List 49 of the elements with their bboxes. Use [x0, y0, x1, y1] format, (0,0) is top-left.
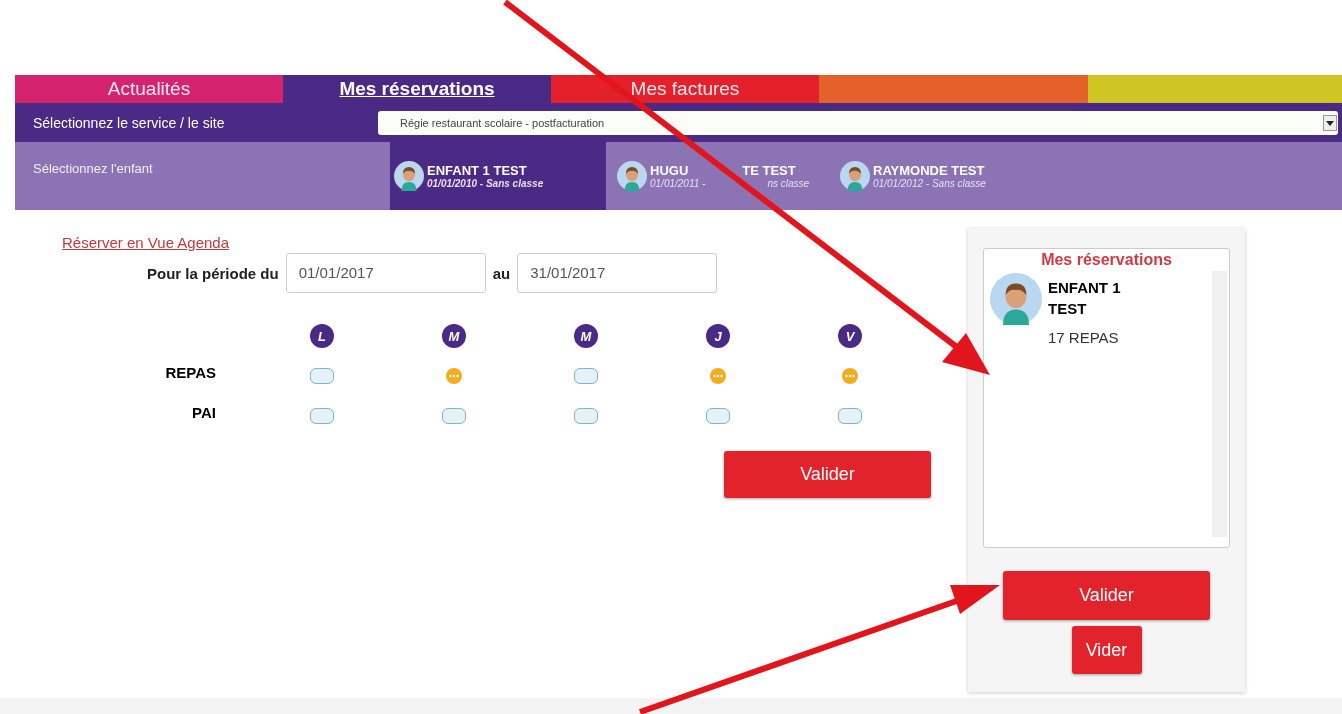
validate-button[interactable]: Valider — [724, 451, 931, 498]
child-tab[interactable]: HUGU TE TEST 01/01/2011 - ns classe — [613, 142, 829, 210]
summary-title: Mes réservations — [1040, 250, 1173, 269]
meal-type-label: REPAS — [164, 363, 217, 383]
empty-slot-toggle[interactable] — [442, 408, 466, 424]
nav-tab[interactable]: Mes factures — [551, 75, 819, 103]
child-birthdate: 01/01/2011 - — [650, 178, 706, 189]
end-date-field[interactable]: 31/01/2017 — [517, 253, 718, 293]
start-date-field[interactable]: 01/01/2017 — [285, 253, 486, 293]
weekday-badge: M — [574, 324, 598, 348]
child-label: Sélectionnez l'enfant — [32, 160, 153, 178]
child-avatar-icon — [990, 273, 1042, 325]
weekday-badge: V — [838, 324, 862, 348]
clear-button[interactable]: Vider — [1071, 626, 1142, 674]
summary-child-name: ENFANT 1 TEST — [1048, 278, 1122, 319]
weekday-badge: L — [310, 324, 334, 348]
weekday-badge: M — [442, 324, 466, 348]
booked-dot-icon[interactable] — [842, 368, 858, 384]
child-avatar-icon — [617, 161, 647, 191]
child-name: ENFANT 1 TEST — [427, 163, 527, 178]
empty-slot-toggle[interactable] — [706, 408, 730, 424]
child-tab[interactable]: ENFANT 1 TEST 01/01/2010 - Sans classe — [390, 142, 606, 210]
child-avatar-icon — [840, 161, 870, 191]
child-name: TE TEST — [742, 163, 796, 178]
empty-slot-toggle[interactable] — [574, 408, 598, 424]
nav-tab[interactable]: Actualités — [15, 75, 283, 103]
meal-count: 17 REPAS — [1048, 329, 1120, 346]
empty-slot-toggle[interactable] — [310, 368, 334, 384]
empty-slot-toggle[interactable] — [310, 408, 334, 424]
agenda-link[interactable]: Réserver en Vue Agenda — [62, 234, 953, 251]
empty-slot-toggle[interactable] — [574, 368, 598, 384]
validate-button[interactable]: Valider — [1003, 571, 1210, 620]
booked-dot-icon[interactable] — [446, 368, 462, 384]
child-avatar-icon — [394, 161, 424, 191]
child-birthdate: 01/01/2012 - Sans classe — [873, 178, 986, 189]
service-select[interactable]: Régie restaurant scolaire - postfacturation — [378, 110, 1338, 135]
child-name: RAYMONDE TEST — [873, 163, 985, 178]
nav-tab[interactable]: Mes réservations — [283, 75, 551, 103]
empty-slot-toggle[interactable] — [838, 408, 862, 424]
service-label: Sélectionnez le service / le site — [32, 114, 226, 131]
child-name: HUGU — [650, 163, 689, 178]
child-birthdate: 01/01/2010 - Sans classe — [427, 178, 544, 189]
meal-type-label: PAI — [191, 403, 217, 423]
child-birthdate: ns classe — [767, 178, 810, 189]
child-tab[interactable]: RAYMONDE TEST 01/01/2012 - Sans classe — [836, 142, 1052, 210]
period-to-label: au — [492, 264, 511, 282]
period-label: Pour la période du — [147, 264, 279, 282]
booked-dot-icon[interactable] — [710, 368, 726, 384]
weekday-badge: J — [706, 324, 730, 348]
